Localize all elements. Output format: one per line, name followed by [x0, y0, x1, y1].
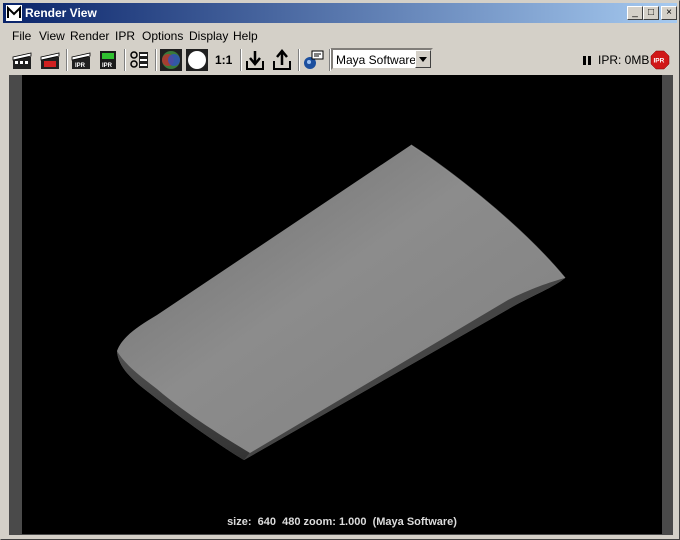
- window-title: Render View: [25, 6, 97, 20]
- redo-previous-render-button[interactable]: [39, 49, 61, 71]
- menu-ipr[interactable]: IPR: [115, 29, 135, 43]
- keep-image-icon: [246, 51, 264, 70]
- display-alpha-channel-icon: [186, 49, 208, 71]
- title-bar[interactable]: Render View _ □ ×: [3, 3, 677, 23]
- remove-image-icon: [273, 49, 291, 70]
- ipr-render-button[interactable]: IPR: [70, 49, 92, 71]
- pause-ipr-button[interactable]: [578, 49, 600, 71]
- keep-image-button[interactable]: [244, 49, 266, 71]
- renderer-dropdown[interactable]: Maya Software: [331, 48, 433, 70]
- toolbar-separator: [155, 49, 157, 71]
- refresh-ipr-icon: IPR: [100, 51, 116, 69]
- ipr-memory-status: IPR: 0MB: [598, 53, 650, 67]
- menu-bar: File View Render IPR Options Display Hel…: [3, 27, 677, 45]
- display-alpha-button[interactable]: [186, 49, 208, 71]
- stop-ipr-button[interactable]: IPR: [649, 49, 671, 71]
- menu-options[interactable]: Options: [142, 29, 183, 43]
- render-view-window: Render View _ □ × File View Render IPR O…: [0, 0, 680, 540]
- renderer-value: Maya Software: [336, 53, 417, 67]
- toolbar-separator: [298, 49, 300, 71]
- stop-ipr-icon: IPR: [650, 50, 670, 70]
- display-rgb-button[interactable]: [160, 49, 182, 71]
- render-settings-button[interactable]: [302, 49, 324, 71]
- svg-text:IPR: IPR: [75, 63, 86, 69]
- ratio-1-1-button[interactable]: 1:1: [213, 49, 237, 71]
- render-current-frame-icon: [12, 52, 32, 69]
- rendered-nurbs-surface: [117, 144, 566, 460]
- menu-file[interactable]: File: [12, 29, 31, 43]
- render-current-frame-button[interactable]: [11, 49, 33, 71]
- menu-display[interactable]: Display: [189, 29, 228, 43]
- ipr-render-icon: IPR: [71, 52, 91, 69]
- maya-logo-icon: [6, 5, 22, 21]
- menu-view[interactable]: View: [39, 29, 65, 43]
- svg-text:IPR: IPR: [654, 58, 665, 65]
- render-region-icon: [130, 51, 148, 68]
- toolbar-separator: [240, 49, 242, 71]
- remove-image-button[interactable]: [271, 49, 293, 71]
- maximize-button[interactable]: □: [643, 6, 659, 20]
- menu-render[interactable]: Render: [70, 29, 109, 43]
- chevron-down-icon: [419, 57, 427, 62]
- dropdown-arrow-button[interactable]: [415, 50, 431, 68]
- close-button[interactable]: ×: [661, 6, 677, 20]
- ratio-label: 1:1: [215, 53, 233, 67]
- toolbar-separator: [66, 49, 68, 71]
- refresh-ipr-button[interactable]: IPR: [97, 49, 119, 71]
- render-settings-icon: [304, 50, 324, 69]
- render-region-button[interactable]: [128, 49, 150, 71]
- display-rgb-channels-icon: [160, 49, 182, 71]
- svg-text:IPR: IPR: [102, 63, 113, 69]
- redo-previous-render-icon: [40, 52, 60, 69]
- minimize-button[interactable]: _: [627, 6, 643, 20]
- pause-icon: [583, 56, 591, 65]
- render-status-text: size: 640 480 zoom: 1.000 (Maya Software…: [227, 516, 457, 528]
- rendered-image[interactable]: size: 640 480 zoom: 1.000 (Maya Software…: [22, 75, 662, 534]
- menu-help[interactable]: Help: [233, 29, 258, 43]
- toolbar-separator: [124, 49, 126, 71]
